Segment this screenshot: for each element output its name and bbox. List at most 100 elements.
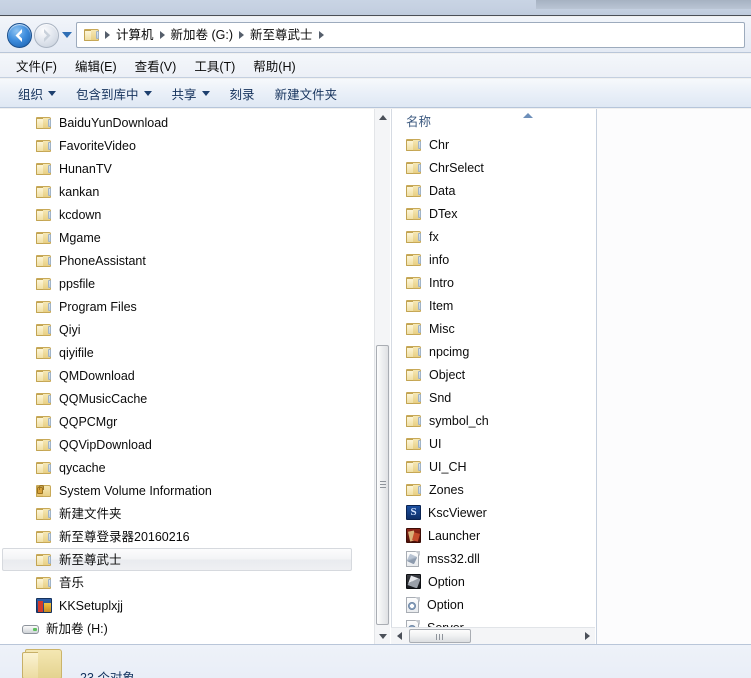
title-bar — [0, 0, 751, 16]
toolbar-include-in-library-label: 包含到库中 — [76, 87, 139, 102]
toolbar-organize-button[interactable]: 组织 — [8, 80, 66, 107]
toolbar-organize-label: 组织 — [18, 87, 44, 102]
toolbar-new-folder-button[interactable]: 新建文件夹 — [265, 80, 348, 107]
toolbar-burn-label: 刻录 — [229, 87, 255, 102]
file-list-item[interactable]: Option — [392, 570, 595, 593]
toolbar-burn-button[interactable]: 刻录 — [220, 80, 265, 107]
details-pane: 23 个对象 — [0, 644, 751, 678]
file-list-item-label: Option — [428, 574, 465, 589]
breadcrumb-separator-0[interactable] — [105, 31, 110, 39]
file-list-item[interactable]: UI — [392, 432, 595, 455]
file-list-item[interactable]: mss32.dll — [392, 547, 595, 570]
chevron-down-icon — [201, 90, 210, 96]
nav-tree-item[interactable]: qycache — [0, 456, 360, 479]
menu-help[interactable]: 帮助(H) — [244, 53, 304, 78]
file-list-item[interactable]: Data — [392, 179, 595, 202]
nav-tree-item[interactable]: Program Files — [0, 295, 360, 318]
navigation-pane-scrollbar[interactable] — [374, 109, 390, 644]
breadcrumb-separator-3[interactable] — [318, 31, 324, 39]
forward-button[interactable] — [34, 23, 59, 48]
file-list-item-label: symbol_ch — [429, 413, 489, 428]
chevron-down-icon — [143, 90, 152, 96]
file-list-item[interactable]: UI_CH — [392, 455, 595, 478]
file-list-item[interactable]: DTex — [392, 202, 595, 225]
nav-tree-item[interactable]: 新至尊登录器20160216 — [0, 525, 360, 548]
file-list-item[interactable]: S KscViewer — [392, 501, 595, 524]
file-list-item[interactable]: Intro — [392, 271, 595, 294]
recent-locations-button[interactable] — [62, 32, 72, 38]
menu-edit[interactable]: 编辑(E) — [66, 53, 126, 78]
file-list-item[interactable]: Launcher — [392, 524, 595, 547]
nav-tree-item-label: System Volume Information — [59, 483, 212, 498]
file-list-hscrollbar-thumb[interactable] — [409, 629, 471, 643]
scroll-up-arrow-icon[interactable] — [375, 109, 390, 125]
sort-ascending-icon — [523, 113, 533, 118]
file-list-item[interactable]: fx — [392, 225, 595, 248]
nav-tree-item[interactable]: qiyifile — [0, 341, 360, 364]
nav-tree-item[interactable]: QMDownload — [0, 364, 360, 387]
nav-tree-item[interactable]: FavoriteVideo — [0, 134, 360, 157]
file-list-item[interactable]: info — [392, 248, 595, 271]
file-list-item[interactable]: Item — [392, 294, 595, 317]
file-list-item[interactable]: Snd — [392, 386, 595, 409]
nav-tree-item-label: QMDownload — [59, 368, 135, 383]
application-icon — [36, 598, 52, 613]
column-header-row[interactable]: 名称 — [392, 109, 595, 133]
nav-tree-item[interactable]: 新加卷 (H:) — [0, 617, 360, 640]
chevron-down-icon — [48, 90, 57, 96]
file-list-item[interactable]: Zones — [392, 478, 595, 501]
file-list-item[interactable]: npcimg — [392, 340, 595, 363]
navigation-scrollbar-thumb[interactable] — [376, 345, 389, 625]
nav-tree-item[interactable]: 音乐 — [0, 571, 360, 594]
toolbar-share-button[interactable]: 共享 — [162, 80, 220, 107]
file-list-item-label: Chr — [429, 137, 450, 152]
breadcrumb-item-2[interactable]: 新至尊武士 — [245, 25, 318, 45]
nav-tree-item[interactable]: kcdown — [0, 203, 360, 226]
menu-view[interactable]: 查看(V) — [126, 53, 186, 78]
toolbar-include-in-library-button[interactable]: 包含到库中 — [66, 80, 162, 107]
nav-tree-item[interactable]: ppsfile — [0, 272, 360, 295]
column-header-name[interactable]: 名称 — [406, 111, 431, 130]
breadcrumb-separator-1[interactable] — [159, 31, 165, 39]
nav-tree-item[interactable]: 新建文件夹 — [0, 502, 360, 525]
nav-tree-item[interactable]: kankan — [0, 180, 360, 203]
nav-tree-item[interactable]: BaiduYunDownload — [0, 111, 360, 134]
navigation-pane[interactable]: BaiduYunDownload FavoriteVideo HunanTV kank… — [0, 109, 374, 644]
nav-tree-item[interactable]: HunanTV — [0, 157, 360, 180]
nav-tree-item[interactable]: Qiyi — [0, 318, 360, 341]
menu-file[interactable]: 文件(F) — [7, 53, 66, 78]
nav-tree-item[interactable]: 新至尊武士 — [2, 548, 352, 571]
back-button[interactable] — [7, 23, 32, 48]
nav-tree-item[interactable]: Mgame — [0, 226, 360, 249]
file-list-hscrollbar[interactable] — [391, 627, 595, 644]
toolbar-new-folder-label: 新建文件夹 — [274, 87, 338, 102]
menu-tools[interactable]: 工具(T) — [185, 53, 244, 78]
nav-tree-item[interactable]: QQMusicCache — [0, 387, 360, 410]
file-list-item[interactable]: Object — [392, 363, 595, 386]
file-list-item[interactable]: Option — [392, 593, 595, 616]
file-list-item[interactable]: ChrSelect — [392, 156, 595, 179]
file-list-item-label: Data — [429, 183, 456, 198]
scroll-left-arrow-icon[interactable] — [391, 628, 407, 644]
nav-tree-item-label: PhoneAssistant — [59, 253, 146, 268]
nav-tree-item[interactable]: PhoneAssistant — [0, 249, 360, 272]
folder-icon — [406, 414, 422, 428]
file-list-pane[interactable]: 名称 Chr ChrSelect Data DTex fx info Intro Item Mi… — [391, 109, 595, 644]
large-folder-icon — [22, 649, 64, 678]
scroll-right-arrow-icon[interactable] — [579, 628, 595, 644]
file-list-item[interactable]: Chr — [392, 133, 595, 156]
folder-icon — [36, 415, 52, 429]
nav-tree-item[interactable]: System Volume Information — [0, 479, 360, 502]
breadcrumb-item-1[interactable]: 新加卷 (G:) — [166, 25, 239, 45]
breadcrumb-item-0[interactable]: 计算机 — [111, 25, 159, 45]
nav-tree-item[interactable]: QQPCMgr — [0, 410, 360, 433]
file-list-item[interactable]: symbol_ch — [392, 409, 595, 432]
nav-tree-item[interactable]: KKSetuplxjj — [0, 594, 360, 617]
breadcrumb-bar[interactable]: 计算机 新加卷 (G:) 新至尊武士 — [76, 22, 745, 48]
scroll-down-arrow-icon[interactable] — [375, 628, 390, 644]
folder-icon — [406, 299, 422, 313]
breadcrumb-separator-2[interactable] — [239, 31, 245, 39]
command-toolbar: 组织 包含到库中 共享 刻录 新建文件夹 — [0, 79, 751, 108]
file-list-item[interactable]: Misc — [392, 317, 595, 340]
nav-tree-item[interactable]: QQVipDownload — [0, 433, 360, 456]
